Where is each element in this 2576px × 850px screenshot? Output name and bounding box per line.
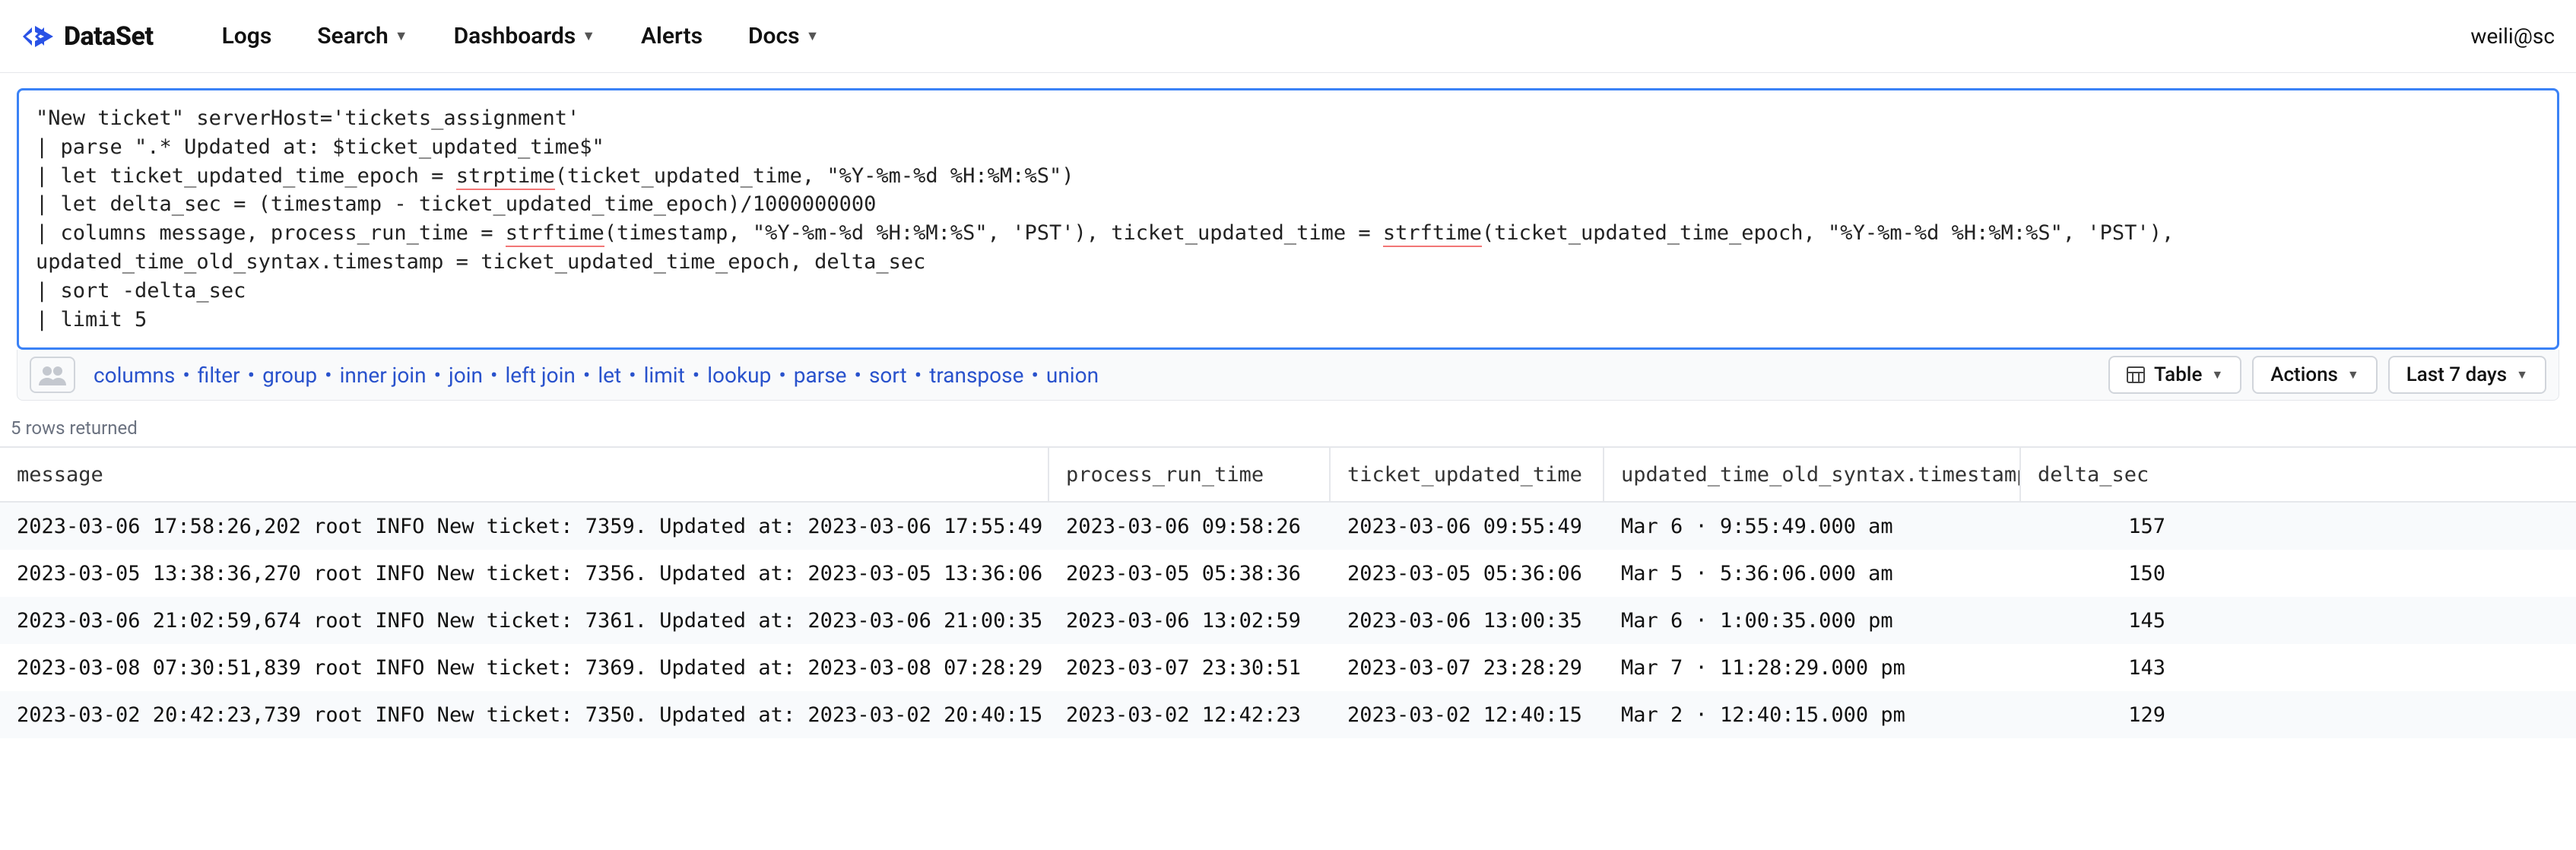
- table-row[interactable]: 2023-03-06 17:58:26,202 root INFO New ti…: [0, 503, 2576, 550]
- cell-ticket_updated_time: 2023-03-05 05:36:06: [1331, 562, 1604, 585]
- query-helpers: columns• filter• group• inner join• join…: [94, 363, 1099, 388]
- helper-limit[interactable]: limit: [644, 363, 685, 388]
- cell-process_run_time: 2023-03-02 12:42:23: [1049, 703, 1331, 727]
- logo[interactable]: DataSet: [21, 21, 154, 52]
- helper-group[interactable]: group: [262, 363, 317, 388]
- query-editor[interactable]: "New ticket" serverHost='tickets_assignm…: [17, 88, 2559, 350]
- fn-strptime: strptime: [456, 164, 555, 190]
- cell-message: 2023-03-06 17:58:26,202 root INFO New ti…: [0, 515, 1049, 538]
- cell-updated_old: Mar 7 · 11:28:29.000 pm: [1604, 656, 2021, 680]
- table-row[interactable]: 2023-03-05 13:38:36,270 root INFO New ti…: [0, 550, 2576, 597]
- helper-sort[interactable]: sort: [869, 363, 907, 388]
- query-line: (ticket_updated_time, "%Y-%m-%d %H:%M:%S…: [555, 164, 1074, 188]
- fn-strftime: strftime: [506, 221, 604, 247]
- user-email[interactable]: weili@sc: [2470, 24, 2555, 49]
- helper-union[interactable]: union: [1046, 363, 1099, 388]
- cell-delta_sec: 145: [2021, 609, 2211, 633]
- chevron-down-icon: ▼: [2347, 367, 2359, 382]
- cell-ticket_updated_time: 2023-03-07 23:28:29: [1331, 656, 1604, 680]
- query-line: (timestamp, "%Y-%m-%d %H:%M:%S", 'PST'),…: [604, 221, 1383, 245]
- table-header: message process_run_time ticket_updated_…: [0, 448, 2576, 503]
- cell-process_run_time: 2023-03-07 23:30:51: [1049, 656, 1331, 680]
- nav-search[interactable]: Search▼: [317, 23, 408, 49]
- chevron-down-icon: ▼: [582, 28, 595, 44]
- col-process-run-time[interactable]: process_run_time: [1049, 448, 1331, 501]
- cell-updated_old: Mar 2 · 12:40:15.000 pm: [1604, 703, 2021, 727]
- app-header: DataSet Logs Search▼ Dashboards▼ Alerts …: [0, 0, 2576, 73]
- results-table: message process_run_time ticket_updated_…: [0, 446, 2576, 738]
- helper-leftjoin[interactable]: left join: [505, 363, 575, 388]
- query-line: | sort -delta_sec: [36, 279, 246, 303]
- nav-docs[interactable]: Docs▼: [748, 23, 819, 49]
- fn-strftime: strftime: [1383, 221, 1482, 247]
- helper-parse[interactable]: parse: [794, 363, 847, 388]
- table-row[interactable]: 2023-03-02 20:42:23,739 root INFO New ti…: [0, 691, 2576, 738]
- helper-filter[interactable]: filter: [198, 363, 240, 388]
- col-message[interactable]: message: [0, 448, 1049, 501]
- query-line: | limit 5: [36, 308, 147, 331]
- actions-button[interactable]: Actions ▼: [2252, 356, 2378, 394]
- nav-alerts[interactable]: Alerts: [641, 23, 703, 49]
- cell-ticket_updated_time: 2023-03-02 12:40:15: [1331, 703, 1604, 727]
- time-range-button[interactable]: Last 7 days ▼: [2388, 356, 2546, 394]
- cell-message: 2023-03-02 20:42:23,739 root INFO New ti…: [0, 703, 1049, 727]
- nav-logs[interactable]: Logs: [222, 23, 272, 49]
- cell-delta_sec: 157: [2021, 515, 2211, 538]
- cell-delta_sec: 143: [2021, 656, 2211, 680]
- product-name: DataSet: [64, 21, 154, 52]
- cell-message: 2023-03-06 21:02:59,674 root INFO New ti…: [0, 609, 1049, 633]
- cell-process_run_time: 2023-03-06 13:02:59: [1049, 609, 1331, 633]
- rows-returned-label: 5 rows returned: [0, 401, 2576, 446]
- table-icon: [2127, 366, 2145, 383]
- cell-updated_old: Mar 6 · 1:00:35.000 pm: [1604, 609, 2021, 633]
- query-line: | parse ".* Updated at: $ticket_updated_…: [36, 135, 604, 159]
- query-line: | columns message, process_run_time =: [36, 221, 506, 245]
- helper-let[interactable]: let: [598, 363, 621, 388]
- chevron-down-icon: ▼: [395, 28, 408, 44]
- people-icon[interactable]: [30, 357, 75, 393]
- col-updated-old[interactable]: updated_time_old_syntax.timestamp: [1604, 448, 2021, 501]
- logo-icon: [21, 23, 55, 50]
- query-helper-bar: columns• filter• group• inner join• join…: [17, 350, 2559, 401]
- table-body: 2023-03-06 17:58:26,202 root INFO New ti…: [0, 503, 2576, 738]
- helper-join[interactable]: join: [449, 363, 483, 388]
- col-ticket-updated-time[interactable]: ticket_updated_time: [1331, 448, 1604, 501]
- chevron-down-icon: ▼: [2516, 367, 2528, 382]
- helper-innerjoin[interactable]: inner join: [340, 363, 427, 388]
- helper-transpose[interactable]: transpose: [929, 363, 1023, 388]
- query-line: | let delta_sec = (timestamp - ticket_up…: [36, 192, 876, 216]
- cell-process_run_time: 2023-03-06 09:58:26: [1049, 515, 1331, 538]
- cell-message: 2023-03-08 07:30:51,839 root INFO New ti…: [0, 656, 1049, 680]
- cell-process_run_time: 2023-03-05 05:38:36: [1049, 562, 1331, 585]
- cell-delta_sec: 129: [2021, 703, 2211, 727]
- main-nav: Logs Search▼ Dashboards▼ Alerts Docs▼: [222, 23, 820, 49]
- cell-ticket_updated_time: 2023-03-06 13:00:35: [1331, 609, 1604, 633]
- chevron-down-icon: ▼: [806, 28, 820, 44]
- cell-message: 2023-03-05 13:38:36,270 root INFO New ti…: [0, 562, 1049, 585]
- chevron-down-icon: ▼: [2211, 367, 2223, 382]
- col-delta-sec[interactable]: delta_sec: [2021, 448, 2211, 501]
- query-line: | let ticket_updated_time_epoch =: [36, 164, 456, 188]
- cell-updated_old: Mar 5 · 5:36:06.000 am: [1604, 562, 2021, 585]
- helper-lookup[interactable]: lookup: [707, 363, 771, 388]
- view-mode-button[interactable]: Table ▼: [2108, 356, 2241, 394]
- query-line: "New ticket" serverHost='tickets_assignm…: [36, 106, 579, 130]
- cell-delta_sec: 150: [2021, 562, 2211, 585]
- helper-columns[interactable]: columns: [94, 363, 175, 388]
- right-controls: Table ▼ Actions ▼ Last 7 days ▼: [2108, 356, 2546, 394]
- nav-dashboards[interactable]: Dashboards▼: [454, 23, 595, 49]
- cell-updated_old: Mar 6 · 9:55:49.000 am: [1604, 515, 2021, 538]
- table-row[interactable]: 2023-03-08 07:30:51,839 root INFO New ti…: [0, 644, 2576, 691]
- cell-ticket_updated_time: 2023-03-06 09:55:49: [1331, 515, 1604, 538]
- table-row[interactable]: 2023-03-06 21:02:59,674 root INFO New ti…: [0, 597, 2576, 644]
